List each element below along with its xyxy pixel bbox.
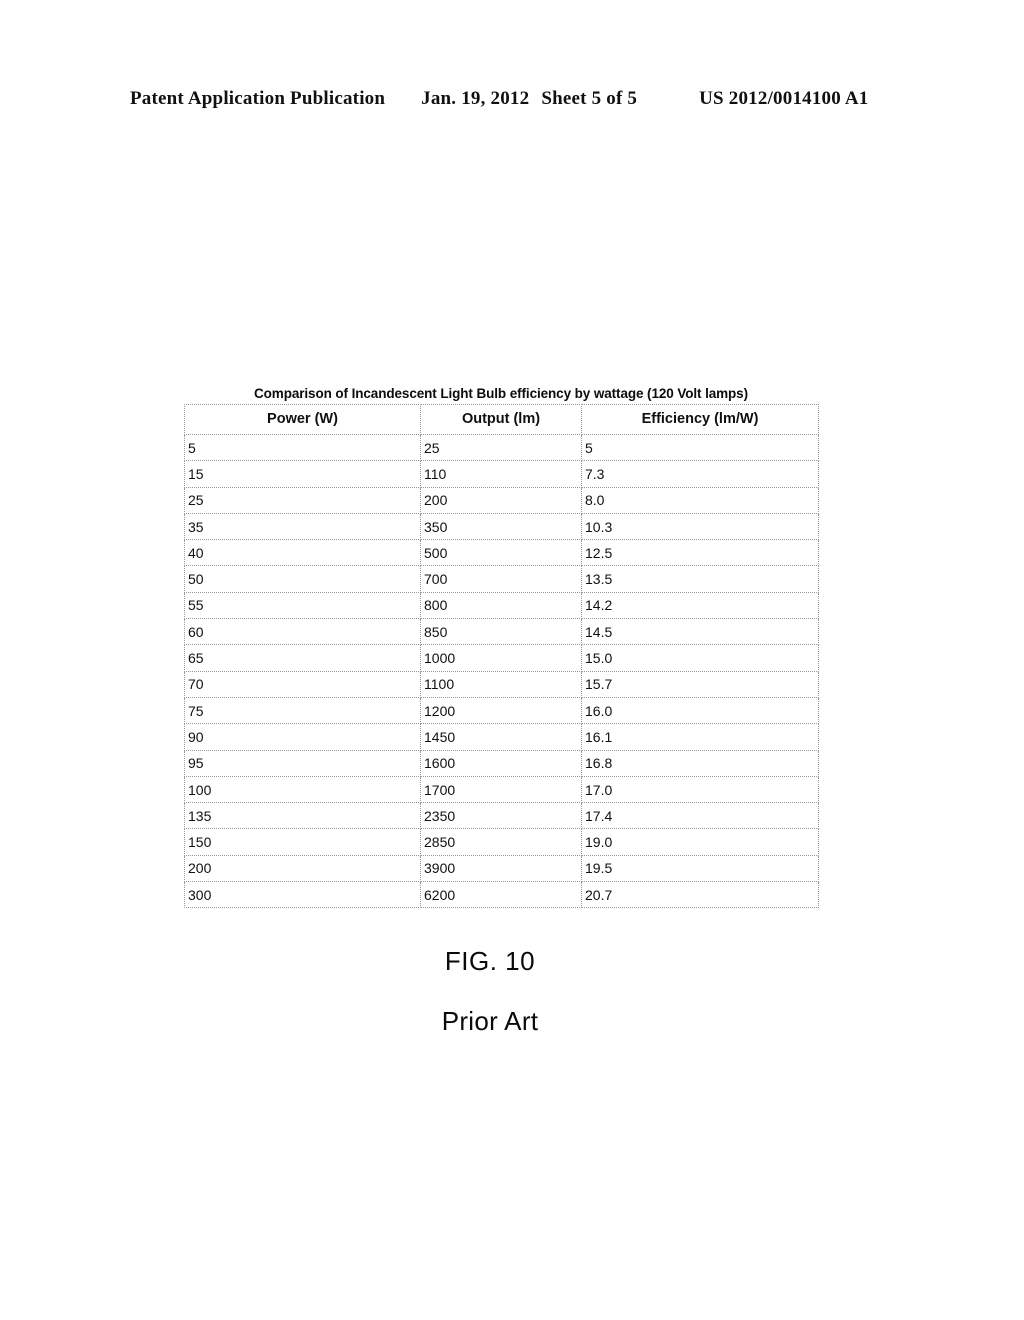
page-header: Patent Application Publication Jan. 19, … [130,88,894,110]
cell-power: 15 [184,460,421,488]
table-row: 75 1200 16.0 [184,696,819,725]
cell-power: 95 [184,749,421,777]
table-row: 200 3900 19.5 [184,854,819,883]
figure-label: FIG. 10 [444,946,536,976]
table-row: 70 1100 15.7 [184,670,819,698]
efficiency-table: Power (W) Output (lm) Efficiency (lm/W) … [184,404,819,909]
cell-output: 1200 [420,696,582,725]
cell-efficiency: 16.1 [581,723,819,751]
cell-output: 1000 [420,644,582,672]
cell-power: 60 [184,618,421,646]
publication-title: Patent Application Publication [130,88,386,109]
table-title: Comparison of Incandescent Light Bulb ef… [254,386,748,401]
cell-output: 500 [420,539,582,567]
cell-output: 1600 [420,749,582,777]
cell-efficiency: 13.5 [581,565,819,593]
cell-power: 5 [184,433,421,462]
cell-power: 55 [184,591,421,620]
table-row: 15 110 7.3 [184,460,819,488]
cell-efficiency: 14.5 [581,618,819,646]
table-row: 95 1600 16.8 [184,749,819,777]
publication-date: Jan. 19, 2012 [421,88,530,109]
cell-output: 1100 [420,670,582,698]
cell-efficiency: 14.2 [581,591,819,620]
cell-power: 135 [184,802,421,830]
cell-efficiency: 12.5 [581,539,819,567]
cell-power: 100 [184,775,421,804]
column-header-power: Power (W) [184,404,421,435]
cell-power: 40 [184,539,421,567]
table-row: 135 2350 17.4 [184,802,819,830]
cell-power: 300 [184,881,421,909]
cell-efficiency: 20.7 [581,881,819,909]
cell-power: 70 [184,670,421,698]
table-row: 40 500 12.5 [184,539,819,567]
cell-efficiency: 15.7 [581,670,819,698]
publication-date-sheet: Jan. 19, 2012 Sheet 5 of 5 [421,88,637,110]
cell-power: 150 [184,828,421,856]
cell-efficiency: 17.4 [581,802,819,830]
cell-power: 90 [184,723,421,751]
table-row: 60 850 14.5 [184,618,819,646]
figure-10: Comparison of Incandescent Light Bulb ef… [184,386,819,909]
patent-page: { "header": { "publication": "Patent App… [0,0,1024,1320]
cell-output: 2350 [420,802,582,830]
publication-number: US 2012/0014100 A1 [699,88,869,109]
cell-power: 65 [184,644,421,672]
table-row: 300 6200 20.7 [184,881,819,909]
column-header-output: Output (lm) [420,404,582,435]
table-header-row: Power (W) Output (lm) Efficiency (lm/W) [184,404,819,435]
cell-efficiency: 19.5 [581,854,819,883]
table-row: 35 350 10.3 [184,512,819,541]
cell-efficiency: 10.3 [581,512,819,541]
cell-power: 35 [184,512,421,541]
cell-efficiency: 8.0 [581,486,819,514]
cell-output: 700 [420,565,582,593]
cell-output: 1450 [420,723,582,751]
table-header-row-group: Power (W) Output (lm) Efficiency (lm/W) [184,404,819,435]
cell-output: 25 [420,433,582,462]
cell-efficiency: 17.0 [581,775,819,804]
cell-output: 2850 [420,828,582,856]
table-row: 150 2850 19.0 [184,828,819,856]
cell-output: 6200 [420,881,582,909]
cell-output: 1700 [420,775,582,804]
cell-output: 850 [420,618,582,646]
cell-efficiency: 7.3 [581,460,819,488]
table-body: 5 25 5 15 110 7.3 25 200 8.0 35 350 10.3… [184,433,819,909]
figure-caption: FIG. 10 Prior Art [0,946,1024,1037]
cell-power: 25 [184,486,421,514]
cell-output: 3900 [420,854,582,883]
cell-output: 350 [420,512,582,541]
cell-efficiency: 19.0 [581,828,819,856]
cell-power: 50 [184,565,421,593]
table-row: 100 1700 17.0 [184,775,819,804]
figure-prior-art-label: Prior Art [441,1006,539,1036]
table-row: 55 800 14.2 [184,591,819,620]
cell-efficiency: 16.0 [581,696,819,725]
cell-efficiency: 15.0 [581,644,819,672]
column-header-efficiency: Efficiency (lm/W) [581,404,819,435]
table-row: 65 1000 15.0 [184,644,819,672]
cell-output: 200 [420,486,582,514]
cell-output: 800 [420,591,582,620]
cell-efficiency: 16.8 [581,749,819,777]
table-row: 5 25 5 [184,433,819,462]
cell-power: 75 [184,696,421,725]
cell-efficiency: 5 [581,433,819,462]
table-row: 25 200 8.0 [184,486,819,514]
table-row: 50 700 13.5 [184,565,819,593]
cell-power: 200 [184,854,421,883]
table-row: 90 1450 16.1 [184,723,819,751]
sheet-number: Sheet 5 of 5 [541,88,638,109]
cell-output: 110 [420,460,582,488]
